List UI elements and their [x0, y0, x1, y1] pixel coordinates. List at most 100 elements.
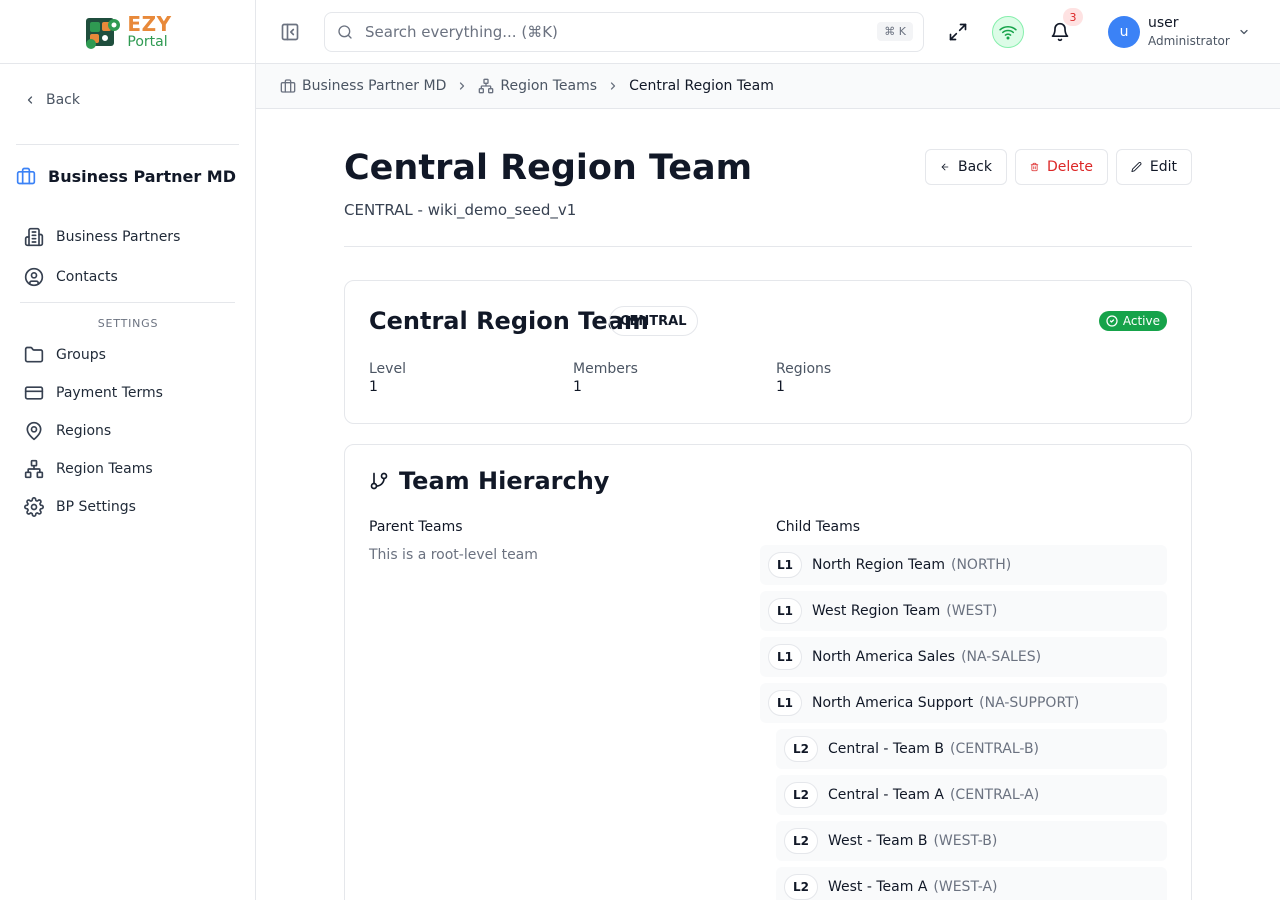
breadcrumb-item-business-partner-md[interactable]: Business Partner MD: [280, 78, 446, 94]
delete-button-label: Delete: [1047, 159, 1093, 175]
sidebar-back-link[interactable]: Back: [24, 92, 80, 108]
child-team-code: (WEST-B): [933, 833, 998, 849]
breadcrumb: Business Partner MD Region Teams Central…: [256, 64, 1280, 109]
edit-button-label: Edit: [1149, 159, 1177, 175]
stat-regions: Regions 1: [776, 361, 831, 395]
child-team-row[interactable]: L1 North America Support (NA-SUPPORT): [760, 683, 1167, 723]
child-team-name: West Region Team: [812, 603, 941, 619]
module-title: Business Partner MD: [16, 166, 236, 186]
expand-icon: [949, 23, 967, 41]
sidebar: EZY Portal Back Business Partner MD Busi…: [0, 0, 256, 900]
title-divider: [344, 246, 1192, 247]
gear-icon: [24, 497, 44, 517]
level-badge: L2: [784, 736, 818, 762]
breadcrumb-current: Central Region Team: [629, 78, 774, 94]
avatar[interactable]: u: [1108, 16, 1140, 48]
settings-section-label: SETTINGS: [97, 317, 159, 330]
user-role: Administrator: [1148, 34, 1230, 48]
child-team-row[interactable]: L2 Central - Team B (CENTRAL-B): [776, 729, 1167, 769]
arrow-left-icon: [941, 163, 949, 171]
sidebar-item-region-teams[interactable]: Region Teams: [24, 458, 153, 480]
stat-value: 1: [776, 379, 785, 395]
child-team-name: Central - Team A: [828, 787, 944, 803]
page-title: Central Region Team: [344, 148, 753, 188]
credit-card-icon: [24, 386, 44, 400]
check-circle-icon: [1106, 315, 1118, 327]
delete-button[interactable]: Delete: [1015, 149, 1108, 185]
team-summary-card: Central Region Team CENTRAL Active Level…: [344, 280, 1192, 424]
sidebar-item-business-partners[interactable]: Business Partners: [24, 226, 180, 248]
level-badge: L1: [768, 690, 802, 716]
parent-teams-label: Parent Teams: [369, 519, 463, 535]
sidebar-item-groups[interactable]: Groups: [24, 344, 106, 366]
sidebar-item-bp-settings[interactable]: BP Settings: [24, 496, 136, 518]
level-badge: L2: [784, 782, 818, 808]
network-icon: [24, 459, 44, 479]
search-shortcut-badge: ⌘ K: [877, 22, 913, 41]
sidebar-item-regions[interactable]: Regions: [24, 420, 111, 442]
child-team-row[interactable]: L1 North Region Team (NORTH): [760, 545, 1167, 585]
child-team-name: North America Sales: [812, 649, 956, 665]
stat-label: Members: [573, 361, 638, 377]
child-team-row[interactable]: L2 West - Team B (WEST-B): [776, 821, 1167, 861]
breadcrumb-separator: [607, 80, 619, 92]
child-team-name: West - Team B: [828, 833, 928, 849]
child-team-code: (CENTRAL-A): [949, 787, 1040, 803]
search-icon: [338, 25, 352, 39]
connection-status-button[interactable]: [992, 16, 1024, 48]
sidebar-toggle-button[interactable]: [280, 22, 300, 42]
hierarchy-title: Team Hierarchy: [369, 467, 609, 495]
child-team-name: North America Support: [812, 695, 974, 711]
network-icon: [479, 78, 494, 94]
child-team-row[interactable]: L1 North America Sales (NA-SALES): [760, 637, 1167, 677]
breadcrumb-separator: [456, 80, 468, 92]
stat-label: Regions: [776, 361, 832, 377]
stat-label: Level: [369, 361, 406, 377]
ezy-portal-logo[interactable]: EZY Portal: [83, 13, 171, 51]
child-team-code: (WEST-A): [933, 879, 998, 895]
search-input[interactable]: Search everything... (⌘K) ⌘ K: [324, 12, 924, 52]
chevron-right-icon: [460, 82, 465, 90]
back-button[interactable]: Back: [925, 149, 1007, 185]
user-name[interactable]: user: [1148, 15, 1179, 31]
briefcase-icon: [16, 167, 36, 185]
team-name: Central Region Team: [369, 307, 649, 335]
sidebar-back-label: Back: [46, 92, 80, 108]
back-button-label: Back: [958, 159, 992, 175]
edit-button[interactable]: Edit: [1116, 149, 1192, 185]
sidebar-divider: [20, 302, 235, 303]
child-team-code: (NORTH): [951, 557, 1012, 573]
child-team-name: North Region Team: [812, 557, 945, 573]
sidebar-item-label: Contacts: [56, 269, 118, 285]
user-circle-icon: [24, 267, 44, 287]
breadcrumb-label: Business Partner MD: [302, 78, 447, 94]
sidebar-divider: [16, 144, 239, 145]
logo-text-portal: Portal: [127, 34, 168, 50]
sidebar-item-payment-terms[interactable]: Payment Terms: [24, 382, 163, 404]
level-badge: L1: [768, 644, 802, 670]
status-label: Active: [1122, 314, 1160, 328]
sidebar-item-contacts[interactable]: Contacts: [24, 266, 118, 288]
child-team-code: (CENTRAL-B): [950, 741, 1040, 757]
git-branch-icon: [370, 472, 388, 490]
chevron-right-icon: [610, 82, 616, 90]
stat-members: Members 1: [573, 361, 638, 395]
child-team-name: Central - Team B: [828, 741, 944, 757]
breadcrumb-item-region-teams[interactable]: Region Teams: [478, 78, 597, 94]
team-hierarchy-card: Team Hierarchy Parent Teams This is a ro…: [344, 444, 1192, 900]
user-menu-toggle[interactable]: [1238, 26, 1250, 38]
child-team-row[interactable]: L1 West Region Team (WEST): [760, 591, 1167, 631]
trash-icon: [1030, 162, 1039, 172]
puzzle-logo-icon: [86, 17, 121, 49]
building-icon: [24, 227, 44, 247]
sidebar-item-label: Payment Terms: [56, 385, 163, 401]
top-header: Search everything... (⌘K) ⌘ K 3 u user A…: [256, 0, 1280, 64]
map-pin-icon: [26, 421, 42, 441]
notification-count-badge: 3: [1063, 8, 1083, 26]
child-team-row[interactable]: L2 West - Team A (WEST-A): [776, 867, 1167, 900]
fullscreen-button[interactable]: [948, 22, 968, 42]
child-team-row[interactable]: L2 Central - Team A (CENTRAL-A): [776, 775, 1167, 815]
sidebar-item-label: Regions: [56, 423, 112, 439]
hierarchy-title-label: Team Hierarchy: [399, 467, 610, 495]
sidebar-item-label: BP Settings: [56, 499, 136, 515]
